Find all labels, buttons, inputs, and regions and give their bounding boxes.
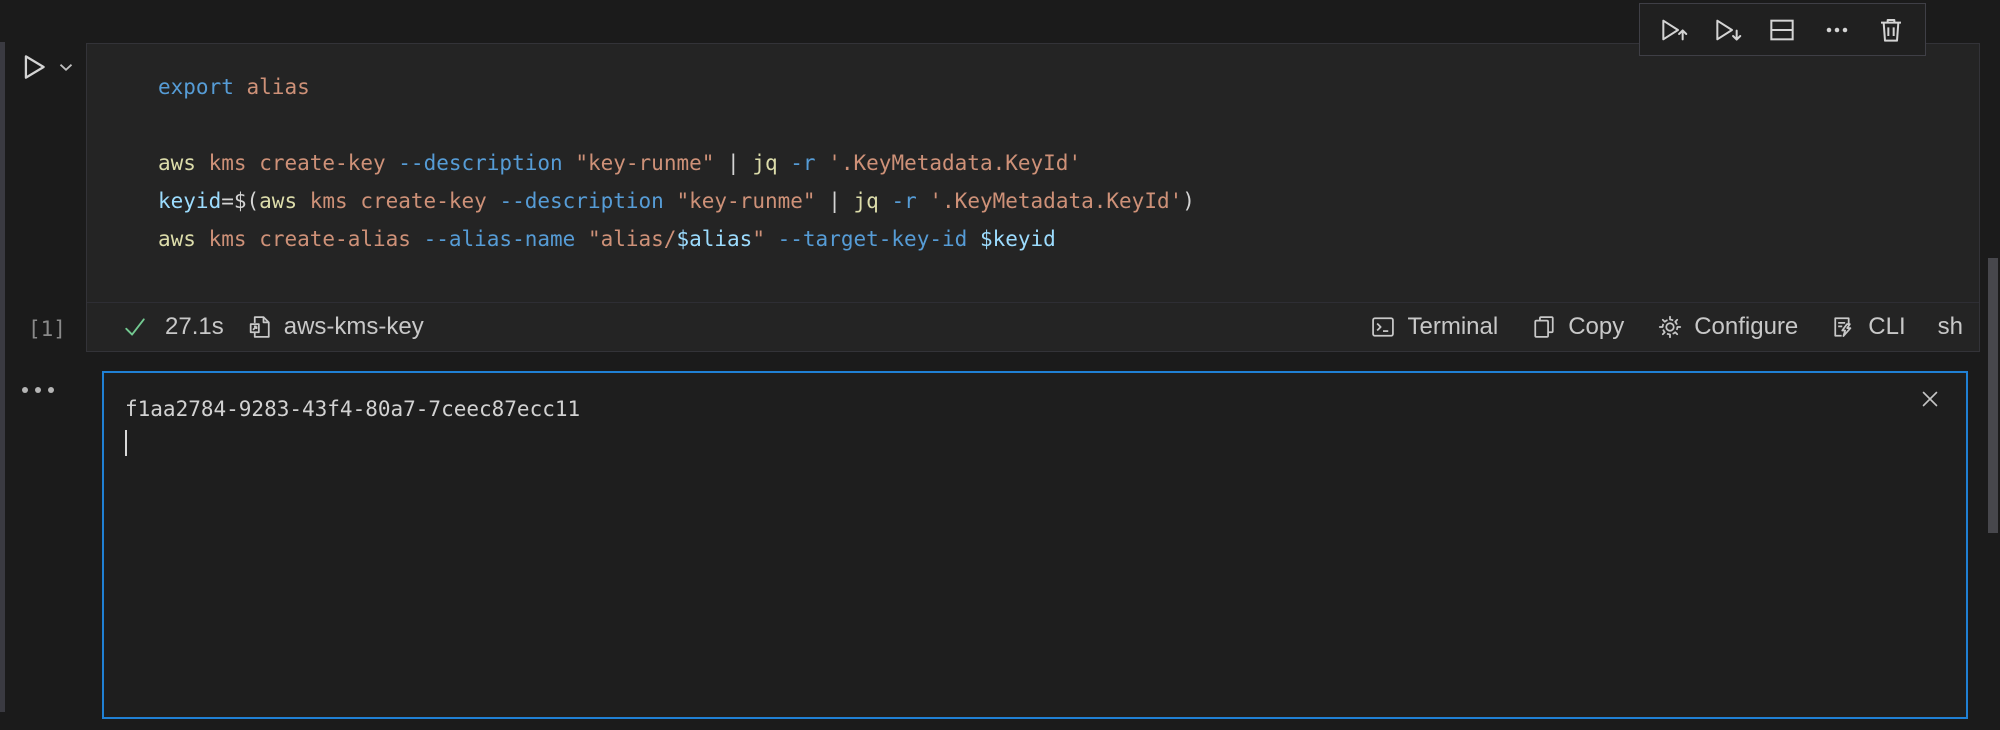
terminal-icon bbox=[1369, 313, 1397, 341]
execution-count: [1] bbox=[28, 317, 66, 341]
split-cell-icon bbox=[1766, 14, 1798, 46]
gear-icon bbox=[1656, 313, 1684, 341]
cli-icon bbox=[1830, 313, 1858, 341]
configure-label: Configure bbox=[1694, 313, 1798, 341]
code-editor[interactable]: export alias aws kms create-key --descrip… bbox=[87, 44, 1979, 302]
cell-name: aws-kms-key bbox=[284, 313, 424, 341]
play-icon bbox=[16, 50, 54, 84]
check-icon bbox=[121, 313, 149, 341]
cell-output: f1aa2784-9283-43f4-80a7-7ceec87ecc11 bbox=[102, 371, 1968, 719]
code-line: keyid=$(aws kms create-key --description… bbox=[158, 182, 1969, 220]
execution-duration: 27.1s bbox=[165, 313, 224, 341]
play-down-icon bbox=[1712, 14, 1744, 46]
code-line: export alias bbox=[158, 68, 1969, 106]
code-line: aws kms create-alias --alias-name "alias… bbox=[158, 220, 1969, 258]
close-icon bbox=[1918, 387, 1942, 411]
code-line: aws kms create-key --description "key-ru… bbox=[158, 144, 1969, 182]
close-output-button[interactable] bbox=[1918, 387, 1942, 411]
terminal-button[interactable]: Terminal bbox=[1369, 313, 1498, 341]
copy-button[interactable]: Copy bbox=[1530, 313, 1624, 341]
output-options-menu[interactable] bbox=[22, 383, 58, 397]
run-cell-button[interactable] bbox=[16, 48, 54, 86]
cli-label: CLI bbox=[1868, 313, 1905, 341]
output-line: f1aa2784-9283-43f4-80a7-7ceec87ecc11 bbox=[125, 393, 1942, 426]
notebook-cell: export alias aws kms create-key --descrip… bbox=[86, 43, 1980, 352]
split-cell-button[interactable] bbox=[1762, 10, 1802, 50]
more-actions-button[interactable] bbox=[1817, 10, 1857, 50]
language-indicator[interactable]: sh bbox=[1938, 313, 1963, 341]
cell-toolbar bbox=[1639, 3, 1926, 56]
ellipsis-icon bbox=[22, 387, 54, 393]
trash-icon bbox=[1875, 14, 1907, 46]
chevron-down-icon[interactable] bbox=[55, 56, 77, 78]
execute-above-button[interactable] bbox=[1654, 10, 1694, 50]
code-line bbox=[158, 106, 1969, 144]
play-up-icon bbox=[1658, 14, 1690, 46]
vertical-scrollbar[interactable] bbox=[1988, 258, 1998, 533]
terminal-cursor bbox=[125, 430, 127, 456]
file-link-icon bbox=[246, 313, 274, 341]
terminal-label: Terminal bbox=[1407, 313, 1498, 341]
copy-label: Copy bbox=[1568, 313, 1624, 341]
delete-cell-button[interactable] bbox=[1871, 10, 1911, 50]
editor-left-border bbox=[0, 42, 5, 712]
cell-status-bar: 27.1s aws-kms-key bbox=[87, 302, 1979, 351]
execute-below-button[interactable] bbox=[1708, 10, 1748, 50]
ellipsis-icon bbox=[1821, 14, 1853, 46]
cli-button[interactable]: CLI bbox=[1830, 313, 1905, 341]
copy-icon bbox=[1530, 313, 1558, 341]
configure-button[interactable]: Configure bbox=[1656, 313, 1798, 341]
